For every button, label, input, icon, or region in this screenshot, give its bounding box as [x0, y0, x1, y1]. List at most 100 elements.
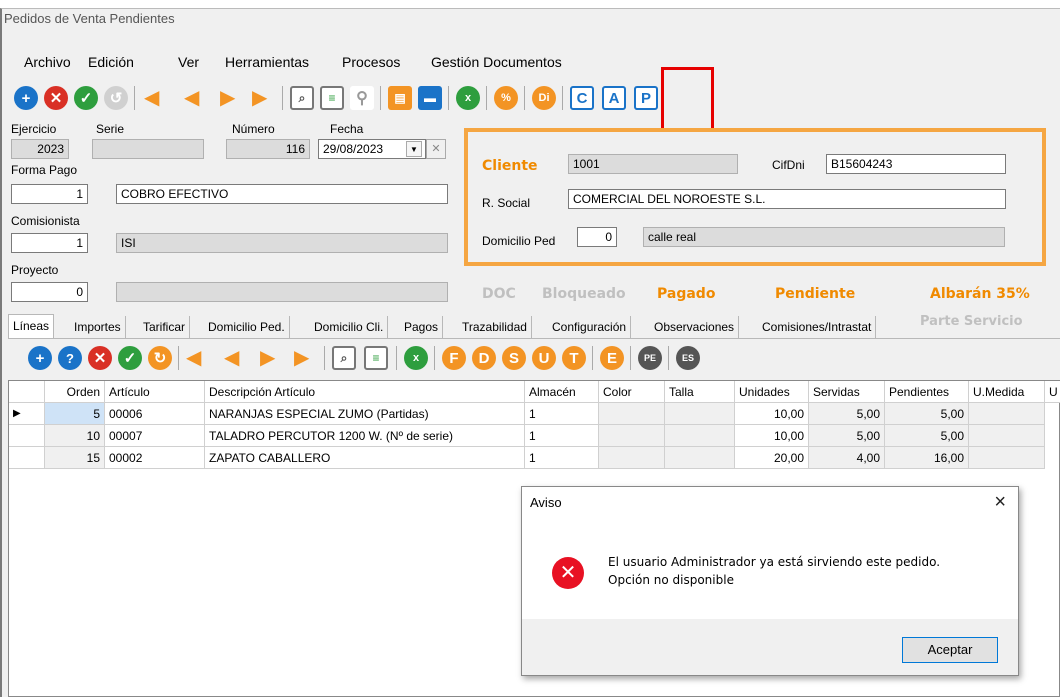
col-articulo[interactable]: Artículo	[105, 381, 205, 403]
table-cell-talla[interactable]	[665, 425, 735, 447]
comisionista-code[interactable]: 1	[11, 233, 88, 253]
menu-herramientas[interactable]: Herramientas	[225, 54, 309, 70]
col-umedida[interactable]: U.Medida	[969, 381, 1045, 403]
excel-line-icon[interactable]: x	[404, 346, 428, 370]
tab-importes[interactable]: Importes	[70, 316, 126, 338]
pe-icon[interactable]: PE	[638, 346, 662, 370]
table-cell-almacen[interactable]: 1	[525, 403, 599, 425]
table-cell-articulo[interactable]: 00002	[105, 447, 205, 469]
col-descripcion[interactable]: Descripción Artículo	[205, 381, 525, 403]
table-cell-orden[interactable]: 10	[45, 425, 105, 447]
proyecto-code[interactable]: 0	[11, 282, 88, 302]
tab-trazabilidad[interactable]: Trazabilidad	[458, 316, 532, 338]
row-selector[interactable]	[9, 447, 45, 469]
row-selector[interactable]	[9, 425, 45, 447]
table-cell-servidas[interactable]: 4,00	[809, 447, 885, 469]
tab-lineas[interactable]: Líneas	[8, 314, 55, 339]
table-cell-talla[interactable]	[665, 403, 735, 425]
table-cell-servidas[interactable]: 5,00	[809, 425, 885, 447]
table-cell-umedida[interactable]	[969, 403, 1045, 425]
close-icon[interactable]: ×	[994, 491, 1006, 514]
prev-icon[interactable]: ◀	[184, 86, 199, 110]
tab-tarificar[interactable]: Tarificar	[139, 316, 191, 338]
first-icon[interactable]: ◀	[144, 86, 159, 110]
next-icon[interactable]: ▶	[220, 86, 235, 110]
table-cell-almacen[interactable]: 1	[525, 425, 599, 447]
ejercicio-field[interactable]: 2023	[11, 139, 69, 159]
di-icon[interactable]: Di	[532, 86, 556, 110]
table-cell-orden[interactable]: 5	[45, 403, 105, 425]
col-unidades[interactable]: Unidades	[735, 381, 809, 403]
t-icon[interactable]: T	[562, 346, 586, 370]
u-icon[interactable]: U	[532, 346, 556, 370]
delete-icon[interactable]: ✕	[44, 86, 68, 110]
print-icon[interactable]: ▬	[418, 86, 442, 110]
accept-icon[interactable]: ✓	[74, 86, 98, 110]
last-line-icon[interactable]: ▶	[294, 346, 309, 370]
copy-icon[interactable]: ▤	[388, 86, 412, 110]
row-selector-icon[interactable]: ▶	[9, 403, 45, 425]
table-cell-descripcion[interactable]: ZAPATO CABALLERO	[205, 447, 525, 469]
table-cell-talla[interactable]	[665, 447, 735, 469]
table-cell-almacen[interactable]: 1	[525, 447, 599, 469]
d-icon[interactable]: D	[472, 346, 496, 370]
table-cell-color[interactable]	[599, 447, 665, 469]
numero-field[interactable]: 116	[226, 139, 310, 159]
col-servidas[interactable]: Servidas	[809, 381, 885, 403]
tab-domicilio-ped[interactable]: Domicilio Ped.	[204, 316, 290, 338]
serie-field[interactable]	[92, 139, 204, 159]
table-cell-pendientes[interactable]: 5,00	[885, 403, 969, 425]
search-icon[interactable]: ⌕	[290, 86, 314, 110]
col-u[interactable]: U	[1045, 381, 1060, 403]
menu-edicion[interactable]: Edición	[88, 54, 134, 70]
filter-line-icon[interactable]: ≡	[364, 346, 388, 370]
doc-c-icon[interactable]: C	[570, 86, 594, 110]
s-icon[interactable]: S	[502, 346, 526, 370]
table-cell-descripcion[interactable]: NARANJAS ESPECIAL ZUMO (Partidas)	[205, 403, 525, 425]
table-cell-color[interactable]	[599, 403, 665, 425]
es-icon[interactable]: ES	[676, 346, 700, 370]
tab-comisiones-intrastat[interactable]: Comisiones/Intrastat	[758, 316, 877, 338]
rsocial-field[interactable]: COMERCIAL DEL NOROESTE S.L.	[568, 189, 1006, 209]
last-icon[interactable]: ▶	[252, 86, 267, 110]
formapago-desc[interactable]: COBRO EFECTIVO	[116, 184, 448, 204]
discount-icon[interactable]: %	[494, 86, 518, 110]
table-cell-articulo[interactable]: 00007	[105, 425, 205, 447]
excel-icon[interactable]: x	[456, 86, 480, 110]
menu-procesos[interactable]: Procesos	[342, 54, 400, 70]
f-icon[interactable]: F	[442, 346, 466, 370]
doc-p-icon[interactable]: P	[634, 86, 658, 110]
prev-line-icon[interactable]: ◀	[224, 346, 239, 370]
undo-icon[interactable]: ↺	[104, 86, 128, 110]
proyecto-desc[interactable]	[116, 282, 448, 302]
col-pendientes[interactable]: Pendientes	[885, 381, 969, 403]
search-line-icon[interactable]: ⌕	[332, 346, 356, 370]
table-cell-unidades[interactable]: 10,00	[735, 403, 809, 425]
table-cell-color[interactable]	[599, 425, 665, 447]
table-cell-umedida[interactable]	[969, 447, 1045, 469]
add-line-icon[interactable]: +	[28, 346, 52, 370]
next-line-icon[interactable]: ▶	[260, 346, 275, 370]
chevron-down-icon[interactable]: ▼	[406, 141, 422, 157]
table-cell-pendientes[interactable]: 5,00	[885, 425, 969, 447]
menu-ver[interactable]: Ver	[178, 54, 199, 70]
table-cell-orden[interactable]: 15	[45, 447, 105, 469]
table-cell-servidas[interactable]: 5,00	[809, 403, 885, 425]
tab-domicilio-cli[interactable]: Domicilio Cli.	[310, 316, 389, 338]
col-color[interactable]: Color	[599, 381, 665, 403]
table-cell-unidades[interactable]: 20,00	[735, 447, 809, 469]
col-orden[interactable]: Orden	[45, 381, 105, 403]
tab-observaciones[interactable]: Observaciones	[650, 316, 740, 338]
domicilio-code[interactable]: 0	[577, 227, 617, 247]
accept-line-icon[interactable]: ✓	[118, 346, 142, 370]
doc-a-icon[interactable]: A	[602, 86, 626, 110]
binoculars-icon[interactable]: ⚲	[350, 86, 374, 110]
delete-line-icon[interactable]: ✕	[88, 346, 112, 370]
menu-archivo[interactable]: Archivo	[24, 54, 71, 70]
table-cell-pendientes[interactable]: 16,00	[885, 447, 969, 469]
table-cell-umedida[interactable]	[969, 425, 1045, 447]
cliente-field[interactable]: 1001	[568, 154, 738, 174]
col-talla[interactable]: Talla	[665, 381, 735, 403]
table-cell-unidades[interactable]: 10,00	[735, 425, 809, 447]
table-cell-descripcion[interactable]: TALADRO PERCUTOR 1200 W. (Nº de serie)	[205, 425, 525, 447]
